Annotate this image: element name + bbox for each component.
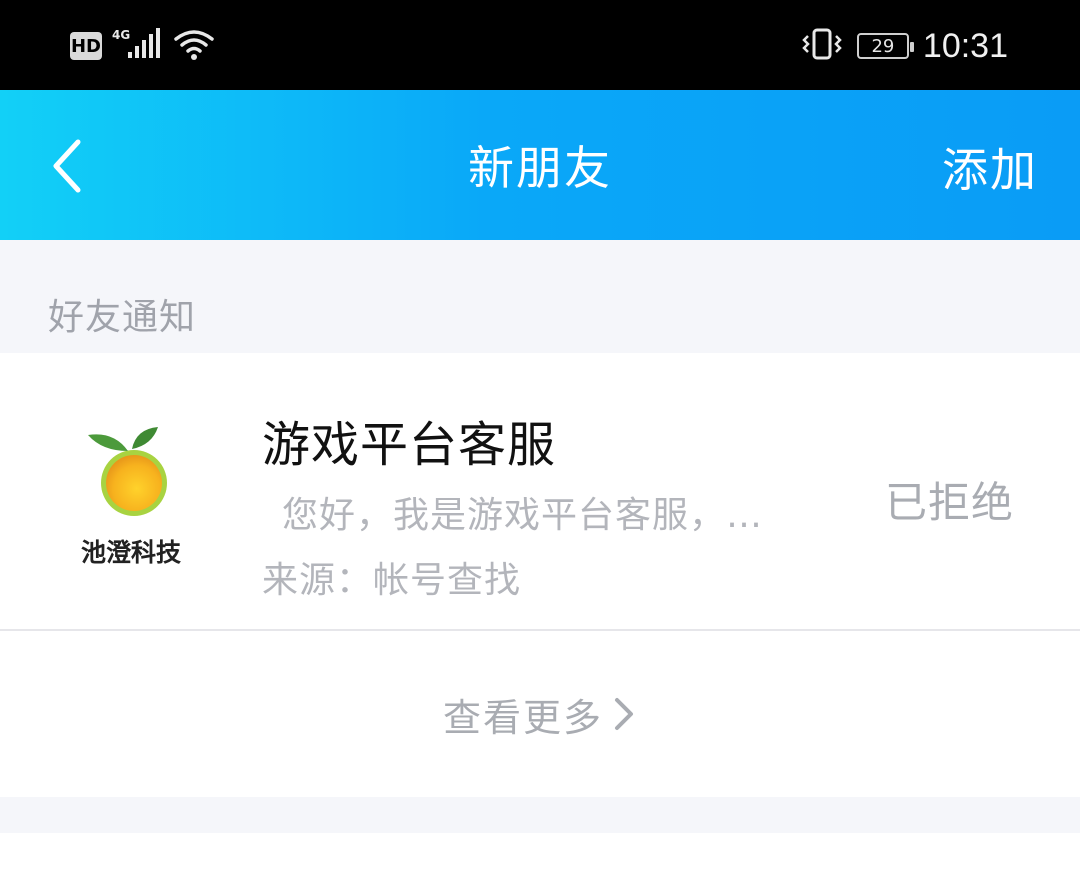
status-time: 10:31 bbox=[922, 26, 1008, 65]
request-message: 您好，我是游戏平台客服，… bbox=[282, 495, 764, 536]
battery-icon: 29 bbox=[856, 33, 914, 59]
orange-logo-icon bbox=[88, 427, 167, 516]
chevron-right-icon bbox=[615, 698, 633, 730]
add-button[interactable]: 添加 bbox=[942, 134, 1038, 200]
see-more-button[interactable]: 查看更多 bbox=[0, 631, 1080, 797]
status-bar: HD 4G 29 10:31 bbox=[0, 0, 1080, 90]
avatar-brand-text: 池澄科技 bbox=[80, 538, 181, 567]
signal-icon: 4G bbox=[112, 26, 164, 66]
status-left: HD 4G bbox=[70, 26, 214, 66]
header-bar: 新朋友 添加 bbox=[0, 90, 1080, 240]
section-label-friend-notifications: 好友通知 bbox=[48, 297, 197, 338]
vibrate-icon bbox=[801, 28, 843, 64]
request-source: 来源：帐号查找 bbox=[262, 560, 522, 601]
wifi-icon bbox=[174, 27, 214, 65]
status-right: 29 10:31 bbox=[801, 24, 1008, 68]
see-more-label: 查看更多 bbox=[442, 695, 603, 740]
friend-request-item[interactable]: 池澄科技 游戏平台客服 您好，我是游戏平台客服，… 来源：帐号查找 已拒绝 bbox=[0, 353, 1080, 631]
contact-name: 游戏平台客服 bbox=[262, 417, 557, 473]
network-type-label: 4G bbox=[112, 28, 130, 42]
hd-badge: HD bbox=[70, 32, 102, 60]
next-section bbox=[0, 833, 1080, 880]
page-title: 新朋友 bbox=[468, 141, 612, 195]
section-divider bbox=[0, 797, 1080, 833]
avatar: 池澄科技 bbox=[62, 415, 200, 567]
status-badge: 已拒绝 bbox=[884, 478, 1014, 527]
